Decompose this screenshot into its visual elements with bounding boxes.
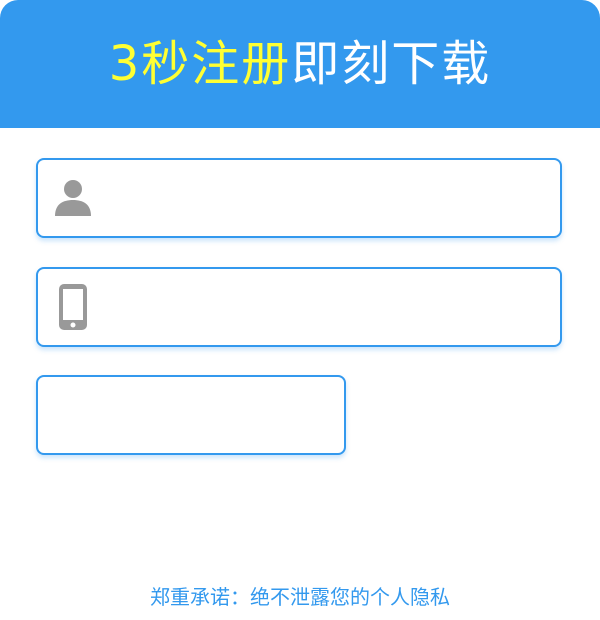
phone-input[interactable] xyxy=(108,269,560,345)
name-field[interactable] xyxy=(36,158,562,238)
code-field[interactable] xyxy=(36,375,346,455)
code-input[interactable] xyxy=(38,377,344,453)
page-title: 3秒注册即刻下载 xyxy=(109,40,492,88)
phone-field[interactable] xyxy=(36,267,562,347)
user-icon xyxy=(38,160,108,236)
title-highlight: 3秒注册 xyxy=(108,36,292,92)
header-banner: 3秒注册即刻下载 xyxy=(0,0,600,128)
phone-icon xyxy=(38,269,108,345)
name-input[interactable] xyxy=(108,160,560,236)
title-rest: 即刻下载 xyxy=(291,36,492,92)
registration-card: 3秒注册即刻下载 郑重承诺：绝不泄露您的个人隐私 xyxy=(0,0,600,620)
privacy-notice: 郑重承诺：绝不泄露您的个人隐私 xyxy=(150,585,450,609)
